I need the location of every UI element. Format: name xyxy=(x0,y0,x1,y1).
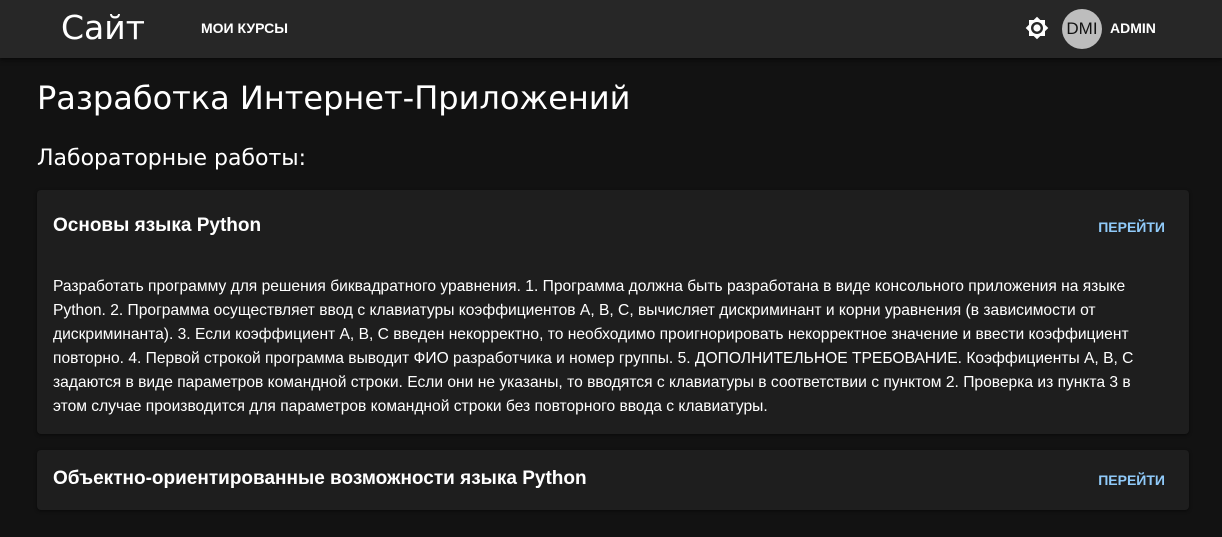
app-bar: Сайт МОИ КУРСЫ DMI ADMIN xyxy=(0,0,1222,58)
lab-description: Разработать программу для решения биквад… xyxy=(53,278,1134,415)
labs-heading: Лабораторные работы: xyxy=(37,146,307,171)
lab-card: Объектно-ориентированные возможности язы… xyxy=(37,450,1189,510)
lab-card: Основы языка Python ПЕРЕЙТИ Разработать … xyxy=(37,190,1189,434)
user-avatar[interactable]: DMI xyxy=(1062,9,1102,49)
go-to-lab-button[interactable]: ПЕРЕЙТИ xyxy=(1098,471,1165,489)
brightness-icon xyxy=(1025,16,1049,40)
user-name-button[interactable]: ADMIN xyxy=(1110,19,1156,37)
lab-title: Основы языка Python xyxy=(53,215,262,236)
theme-toggle-button[interactable] xyxy=(1025,16,1049,40)
site-title[interactable]: Сайт xyxy=(61,8,145,48)
page-title: Разработка Интернет-Приложений xyxy=(37,79,631,117)
nav-my-courses[interactable]: МОИ КУРСЫ xyxy=(201,19,288,37)
lab-title: Объектно-ориентированные возможности язы… xyxy=(53,468,587,489)
go-to-lab-button[interactable]: ПЕРЕЙТИ xyxy=(1098,218,1165,236)
